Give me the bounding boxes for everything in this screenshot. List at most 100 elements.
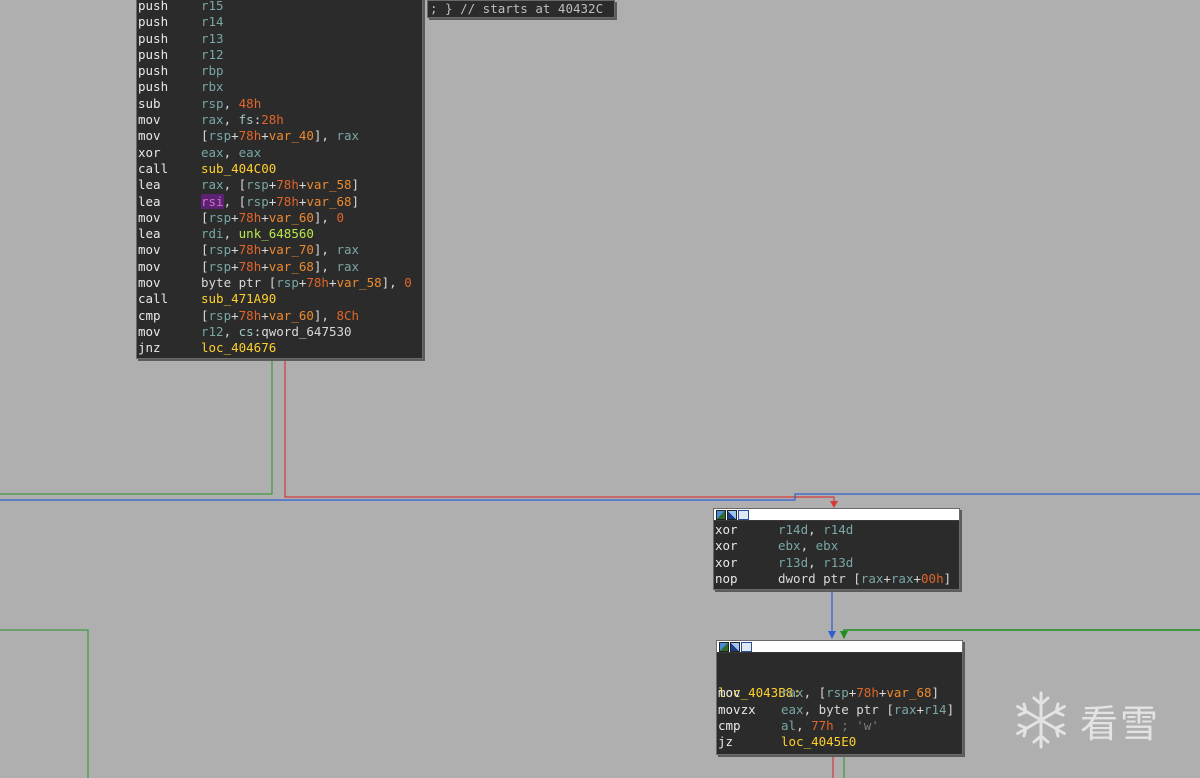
- instruction-line[interactable]: mov [rsp+78h+var_68], rax: [137, 259, 422, 275]
- operand-token[interactable]: rsp: [201, 96, 224, 111]
- operand-token[interactable]: r12: [201, 324, 224, 339]
- instruction-line[interactable]: push rbx: [137, 79, 422, 95]
- instruction-line[interactable]: movzx eax, byte ptr [rax+r14]: [717, 702, 962, 718]
- operand-token[interactable]: rax: [336, 259, 359, 274]
- operand-token[interactable]: sub_471A90: [201, 291, 276, 306]
- operand-token[interactable]: rax: [336, 128, 359, 143]
- operand-token[interactable]: rsp: [209, 308, 232, 323]
- instruction-line[interactable]: push r15: [137, 0, 422, 14]
- operand-token[interactable]: rsp: [826, 685, 849, 700]
- operand-token[interactable]: unk_648560: [239, 226, 314, 241]
- operand-token[interactable]: r15: [201, 0, 224, 13]
- operand-token[interactable]: loc_4045E0: [781, 734, 856, 749]
- operand-token[interactable]: r14d: [778, 522, 808, 537]
- instruction-line[interactable]: jnz loc_404676: [137, 340, 422, 356]
- operand-token[interactable]: rsp: [276, 275, 299, 290]
- instruction-line[interactable]: jz loc_4045E0: [717, 734, 962, 750]
- instruction-line[interactable]: nop dword ptr [rax+rax+00h]: [714, 571, 959, 587]
- instruction-line[interactable]: push r14: [137, 14, 422, 30]
- instruction-line[interactable]: cmp al, 77h ; 'w': [717, 718, 962, 734]
- instruction-line[interactable]: lea rax, [rsp+78h+var_58]: [137, 177, 422, 193]
- instruction-line[interactable]: xor r13d, r13d: [714, 555, 959, 571]
- instruction-line[interactable]: mov r12, cs:qword_647530: [137, 324, 422, 340]
- operand-token[interactable]: r13: [201, 31, 224, 46]
- operand-token[interactable]: eax: [201, 145, 224, 160]
- operand-token[interactable]: rsp: [209, 259, 232, 274]
- instruction-line[interactable]: push r12: [137, 47, 422, 63]
- text-view-icon[interactable]: [741, 641, 752, 652]
- operand-token[interactable]: r14d: [823, 522, 853, 537]
- operand-token[interactable]: rax: [201, 112, 224, 127]
- operand-token[interactable]: rax: [861, 571, 884, 586]
- text-view-icon[interactable]: [738, 509, 749, 520]
- code-block-loop[interactable]: loc_4043B8: mov rax, [rsp+78h+var_68] movz…: [716, 640, 963, 755]
- instruction-line[interactable]: call sub_471A90: [137, 291, 422, 307]
- instruction-line[interactable]: mov rax, fs:28h: [137, 112, 422, 128]
- instruction-line[interactable]: push r13: [137, 31, 422, 47]
- operand-token[interactable]: sub_404C00: [201, 161, 276, 176]
- operand-token: ],: [313, 209, 337, 225]
- instruction-line[interactable]: push rbp: [137, 63, 422, 79]
- operand-token[interactable]: r14: [201, 14, 224, 29]
- operand-token[interactable]: rax: [894, 702, 917, 717]
- graph-view-icon[interactable]: [716, 509, 726, 520]
- code-block-function-entry[interactable]: push r15 push r14 push r13 push r12 push rbp push r…: [136, 0, 423, 359]
- operand-token[interactable]: ebx: [816, 538, 839, 553]
- operand-token[interactable]: r14: [924, 702, 947, 717]
- operand-token[interactable]: rax: [201, 177, 224, 192]
- mnemonic: mov: [718, 685, 741, 701]
- operand-token[interactable]: r12: [201, 47, 224, 62]
- operand-token[interactable]: rsp: [209, 242, 232, 257]
- operand-token[interactable]: var_60: [269, 308, 314, 323]
- operand-token[interactable]: eax: [781, 702, 804, 717]
- operand-token[interactable]: rsp: [209, 210, 232, 225]
- instruction-line[interactable]: mov [rsp+78h+var_70], rax: [137, 242, 422, 258]
- mnemonic: cmp: [138, 307, 161, 323]
- operand-token[interactable]: rax: [336, 242, 359, 257]
- instruction-line[interactable]: mov rax, [rsp+78h+var_68]: [717, 685, 962, 701]
- mnemonic: push: [138, 14, 169, 30]
- instruction-line[interactable]: xor r14d, r14d: [714, 522, 959, 538]
- operand-token[interactable]: rsi: [201, 193, 224, 209]
- operand-token: 78h: [238, 209, 262, 225]
- instruction-line[interactable]: lea rsi, [rsp+78h+var_68]: [137, 193, 422, 210]
- operand-token[interactable]: r13d: [823, 555, 853, 570]
- instruction-line[interactable]: sub rsp, 48h: [137, 96, 422, 112]
- operand-token[interactable]: rsp: [209, 128, 232, 143]
- operand-token[interactable]: var_68: [269, 259, 314, 274]
- instruction-line[interactable]: mov byte ptr [rsp+78h+var_58], 0: [137, 275, 422, 291]
- block-color-icon[interactable]: [727, 509, 737, 520]
- operand-token[interactable]: var_60: [269, 210, 314, 225]
- operands: r12, cs:qword_647530: [201, 324, 352, 340]
- operand-token[interactable]: var_68: [306, 194, 351, 209]
- operand-token[interactable]: ebx: [778, 538, 801, 553]
- operand-token[interactable]: rsp: [246, 177, 269, 192]
- operand-token[interactable]: var_70: [269, 242, 314, 257]
- instruction-line[interactable]: mov [rsp+78h+var_60], 0: [137, 210, 422, 226]
- operand-token[interactable]: rsp: [246, 194, 269, 209]
- operand-token[interactable]: rax: [781, 685, 804, 700]
- operand-token[interactable]: var_40: [269, 128, 314, 143]
- code-block-init[interactable]: xor r14d, r14d xor ebx, ebx xor r13d, r13d nop…: [713, 508, 960, 590]
- graph-view-icon[interactable]: [719, 641, 729, 652]
- instruction-line[interactable]: xor eax, eax: [137, 145, 422, 161]
- instruction-line[interactable]: cmp [rsp+78h+var_60], 8Ch: [137, 308, 422, 324]
- block-color-icon[interactable]: [730, 641, 740, 652]
- graph-view-canvas[interactable]: push r15 push r14 push r13 push r12 push rbp push r…: [0, 0, 1200, 778]
- operand-token[interactable]: rbx: [201, 79, 224, 94]
- instruction-line[interactable]: lea rdi, unk_648560: [137, 226, 422, 242]
- operand-token[interactable]: al: [781, 718, 796, 733]
- operand-token[interactable]: rbp: [201, 63, 224, 78]
- operand-token[interactable]: var_68: [886, 685, 931, 700]
- operand-token[interactable]: loc_404676: [201, 340, 276, 355]
- operand-token[interactable]: r13d: [778, 555, 808, 570]
- operand-token[interactable]: var_58: [336, 275, 381, 290]
- operand-token: +: [883, 570, 891, 586]
- operand-token[interactable]: var_58: [306, 177, 351, 192]
- instruction-line[interactable]: call sub_404C00: [137, 161, 422, 177]
- instruction-line[interactable]: mov [rsp+78h+var_40], rax: [137, 128, 422, 144]
- operand-token[interactable]: rax: [891, 571, 914, 586]
- operand-token[interactable]: eax: [239, 145, 262, 160]
- instruction-line[interactable]: xor ebx, ebx: [714, 538, 959, 554]
- operand-token[interactable]: rdi: [201, 226, 224, 241]
